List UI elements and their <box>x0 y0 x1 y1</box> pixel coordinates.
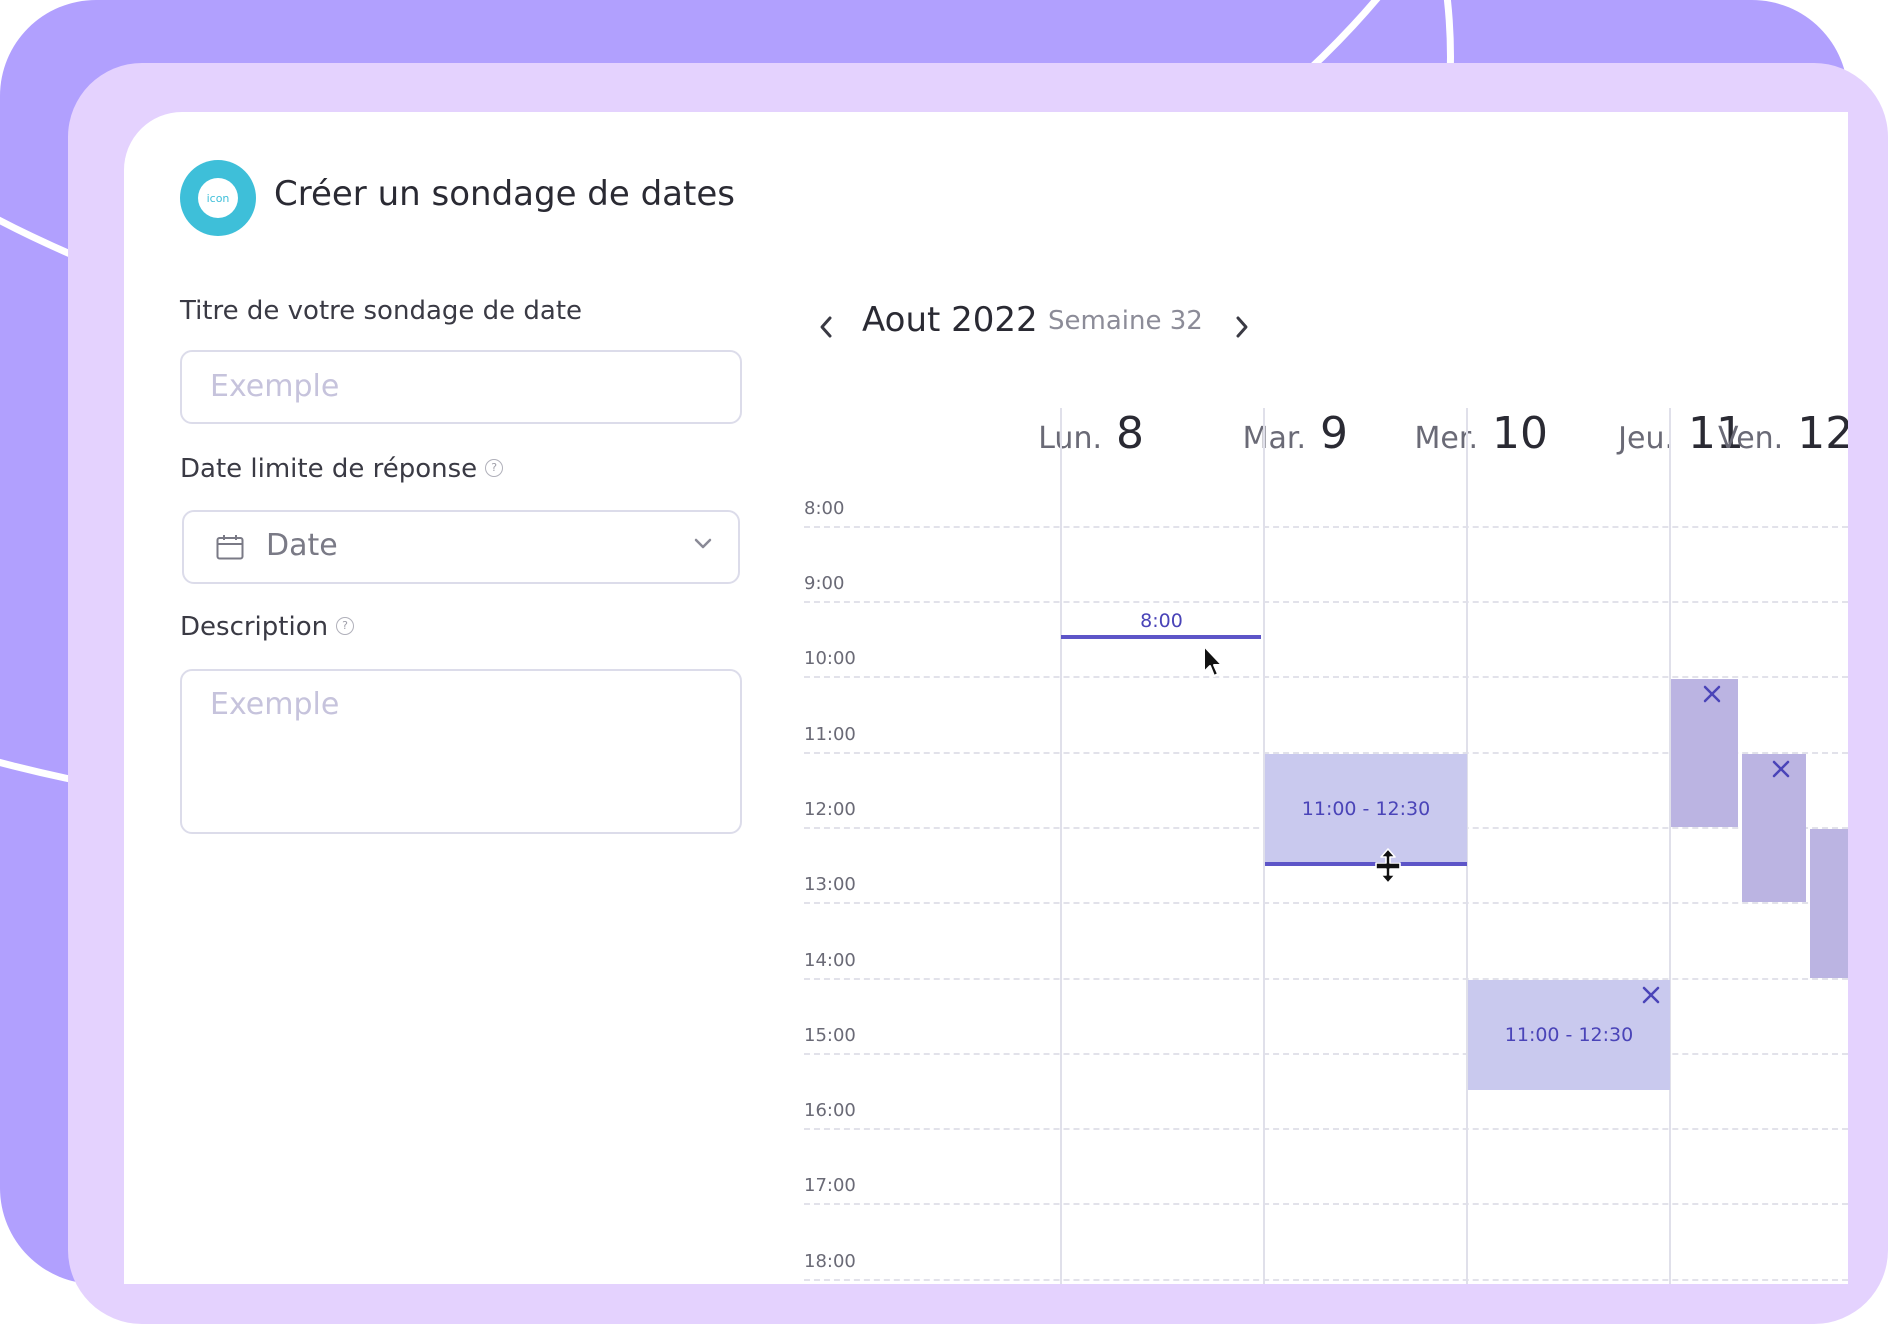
time-label: 17:00 <box>804 1175 856 1196</box>
hour-line <box>804 676 1848 678</box>
time-slot-event[interactable]: 11:00 - 12:30 <box>1265 754 1467 862</box>
day-header-monday: Lun. 8 <box>1038 408 1144 459</box>
title-input[interactable]: Exemple <box>180 350 742 424</box>
help-icon[interactable]: ? <box>336 616 355 635</box>
deadline-date-value: Date <box>266 528 338 563</box>
time-label: 13:00 <box>804 874 856 895</box>
page-title: Créer un sondage de dates <box>274 174 735 214</box>
hour-line <box>804 1053 1848 1055</box>
day-header-wednesday: Mer. 10 <box>1414 408 1548 459</box>
description-textarea[interactable]: Exemple <box>180 669 742 834</box>
event-time-label: 11:00 - 12:30 <box>1504 1024 1634 1046</box>
day-column-divider <box>1669 408 1671 1284</box>
app-icon: icon <box>180 160 256 236</box>
hour-line <box>804 1279 1848 1281</box>
drag-line <box>1061 635 1261 639</box>
hour-line <box>804 1203 1848 1205</box>
time-label: 15:00 <box>804 1025 856 1046</box>
chevron-left-icon[interactable] <box>816 312 836 342</box>
calendar-month: Aout 2022 <box>862 300 1038 340</box>
deadline-date-select[interactable]: Date <box>182 510 740 584</box>
close-icon[interactable] <box>1640 984 1662 1006</box>
chevron-down-icon <box>694 538 712 549</box>
time-label: 9:00 <box>804 573 845 594</box>
chevron-right-icon[interactable] <box>1232 312 1252 342</box>
description-placeholder: Exemple <box>210 687 340 722</box>
time-label: 16:00 <box>804 1100 856 1121</box>
help-icon[interactable]: ? <box>485 458 504 477</box>
time-slot-event[interactable]: 11:00 - 12:30 <box>1468 980 1670 1090</box>
hour-line <box>804 601 1848 603</box>
drag-time-indicator: 8:00 <box>1140 610 1183 632</box>
time-label: 11:00 <box>804 724 856 745</box>
title-field-label: Titre de votre sondage de date <box>180 296 583 326</box>
time-slot-event[interactable] <box>1810 829 1848 978</box>
time-label: 12:00 <box>804 799 856 820</box>
app-icon-inner: icon <box>198 178 238 218</box>
close-icon[interactable] <box>1701 683 1723 705</box>
title-input-placeholder: Exemple <box>210 369 340 404</box>
calendar-icon <box>216 535 244 560</box>
day-header-friday: Ven. 12 <box>1718 408 1848 459</box>
time-label: 18:00 <box>804 1251 856 1272</box>
time-label: 14:00 <box>804 950 856 971</box>
calendar-week: Semaine 32 <box>1048 306 1203 336</box>
hour-line <box>804 1128 1848 1130</box>
time-slot-event[interactable] <box>1671 679 1738 827</box>
description-field-label: Description? <box>180 612 355 642</box>
event-resize-handle[interactable] <box>1265 862 1467 866</box>
hour-line <box>804 526 1848 528</box>
mouse-pointer-icon <box>1203 645 1223 677</box>
time-label: 8:00 <box>804 498 845 519</box>
deadline-field-label: Date limite de réponse? <box>180 454 504 484</box>
time-label: 10:00 <box>804 648 856 669</box>
day-column-divider <box>1060 408 1062 1284</box>
hour-line <box>804 902 1848 904</box>
resize-vertical-cursor-icon <box>1375 848 1401 884</box>
close-icon[interactable] <box>1770 758 1792 780</box>
day-header-tuesday: Mar. 9 <box>1242 408 1348 459</box>
poll-editor-card: icon Créer un sondage de dates Titre de … <box>124 112 1848 1284</box>
time-slot-event[interactable] <box>1742 754 1806 902</box>
event-time-label: 11:00 - 12:30 <box>1301 798 1431 820</box>
hour-line <box>804 978 1848 980</box>
